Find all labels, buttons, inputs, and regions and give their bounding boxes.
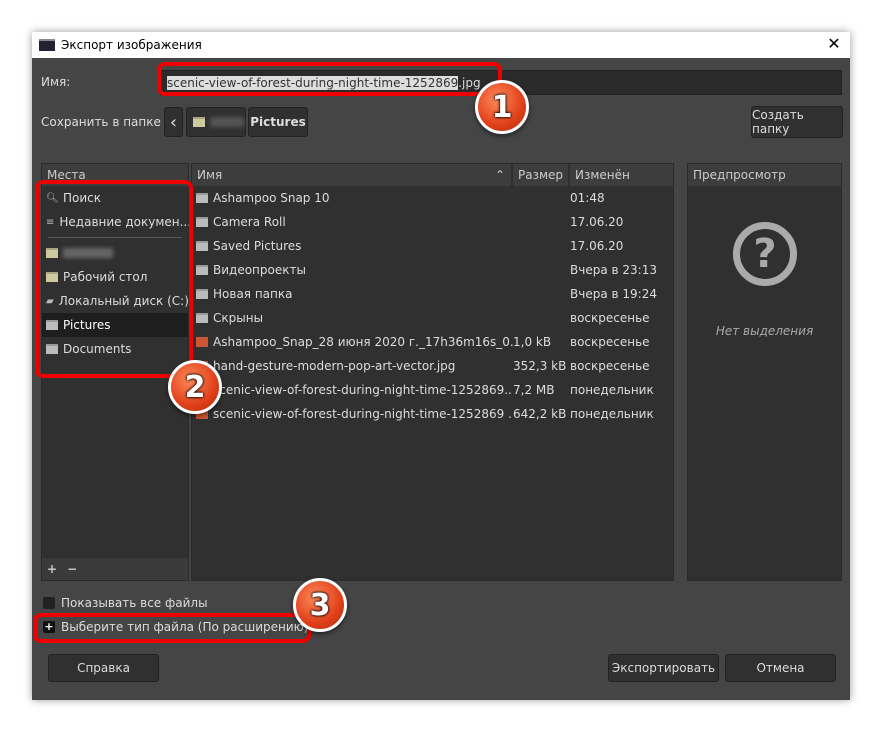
file-row[interactable]: scenic-view-of-forest-during-night-time-… [192,402,673,426]
preview-header: Предпросмотр [688,164,841,186]
file-name: Saved Pictures [213,239,302,253]
sort-ascending-icon: ⌃ [494,168,505,182]
remove-place-button[interactable]: − [67,562,77,576]
path-pictures-button[interactable]: Pictures [248,107,308,137]
file-row[interactable]: Camera Roll 17.06.20 [192,210,673,234]
folder-icon [196,217,208,227]
file-modified: понедельник [570,383,654,397]
highlight-file-type [33,613,311,643]
file-modified: Вчера в 23:13 [570,263,657,277]
save-in-label: Сохранить в папке [41,115,161,129]
file-name: hand-gesture-modern-pop-art-vector.jpg [213,359,456,373]
highlight-filename [157,62,502,96]
file-rows: Ashampoo Snap 10 01:48 Camera Roll 17.06.20… [192,186,673,426]
path-home-button[interactable] [186,107,246,137]
file-modified: понедельник [570,407,654,421]
badge-1: 1 [475,80,529,134]
file-row[interactable]: Новая папка Вчера в 19:24 [192,282,673,306]
file-size: 352,3 kB [513,359,567,373]
file-size: 1,0 kB [513,335,552,349]
window-title: Экспорт изображения [61,38,202,52]
file-row[interactable]: Ashampoo_Snap_28 июня 2020 г._17h36m16s_… [192,330,673,354]
file-name: scenic-view-of-forest-during-night-time-… [213,407,513,421]
file-row[interactable]: hand-gesture-modern-pop-art-vector.jpg 35… [192,354,673,378]
export-button[interactable]: Экспортировать [608,654,719,682]
file-row[interactable]: Ashampoo Snap 10 01:48 [192,186,673,210]
folder-icon [196,289,208,299]
file-list-panel: Имя ⌃ Размер Изменён Ashampoo Snap 10 01:4… [191,163,674,581]
image-file-icon [196,337,208,347]
gimp-icon [39,39,55,51]
file-row[interactable]: scenic-view-of-forest-during-night-time-… [192,378,673,402]
file-modified: воскресенье [570,359,650,373]
file-name: Camera Roll [213,215,286,229]
file-name: scenic-view-of-forest-during-night-time-… [213,383,513,397]
file-row[interactable]: Видеопроекты Вчера в 23:13 [192,258,673,282]
column-size[interactable]: Размер [513,164,568,186]
folder-icon [196,265,208,275]
show-all-label: Показывать все файлы [61,596,208,610]
file-name: Ashampoo_Snap_28 июня 2020 г._17h36m16s_… [213,335,513,349]
file-name: Скрыны [213,311,264,325]
file-modified: воскресенье [570,335,650,349]
file-modified: 17.06.20 [570,239,624,253]
preview-panel: Предпросмотр ? Нет выделения [687,163,842,581]
file-name: Ashampoo Snap 10 [213,191,330,205]
file-row[interactable]: Скрыны воскресенье [192,306,673,330]
folder-icon [196,241,208,251]
highlight-places [35,180,193,378]
column-modified[interactable]: Изменён [570,164,673,186]
badge-3: 3 [293,578,347,632]
file-modified: воскресенье [570,311,650,325]
badge-2: 2 [168,360,222,414]
file-name: Видеопроекты [213,263,306,277]
folder-icon [193,117,205,127]
help-button[interactable]: Справка [48,654,159,682]
cancel-button[interactable]: Отмена [725,654,836,682]
column-name[interactable]: Имя ⌃ [192,164,511,186]
title-bar: Экспорт изображения ✕ [32,32,850,58]
question-icon: ? [733,222,797,286]
file-size: 642,2 kB [513,407,567,421]
show-all-files-checkbox[interactable]: Показывать все файлы [43,596,208,610]
column-name-label: Имя [197,168,223,182]
add-place-button[interactable]: + [47,562,57,576]
file-row[interactable]: Saved Pictures 17.06.20 [192,234,673,258]
name-label: Имя: [41,75,71,89]
close-button[interactable]: ✕ [824,34,844,53]
file-modified: 01:48 [570,191,605,205]
file-size: 7,2 MB [513,383,555,397]
checkbox[interactable] [43,597,55,609]
file-name: Новая папка [213,287,293,301]
folder-icon [196,193,208,203]
file-modified: Вчера в 19:24 [570,287,657,301]
create-folder-button[interactable]: Создать папку [751,106,843,138]
no-selection-text: Нет выделения [715,324,814,338]
path-back-button[interactable]: ‹ [164,107,183,137]
file-modified: 17.06.20 [570,215,624,229]
folder-icon [196,313,208,323]
